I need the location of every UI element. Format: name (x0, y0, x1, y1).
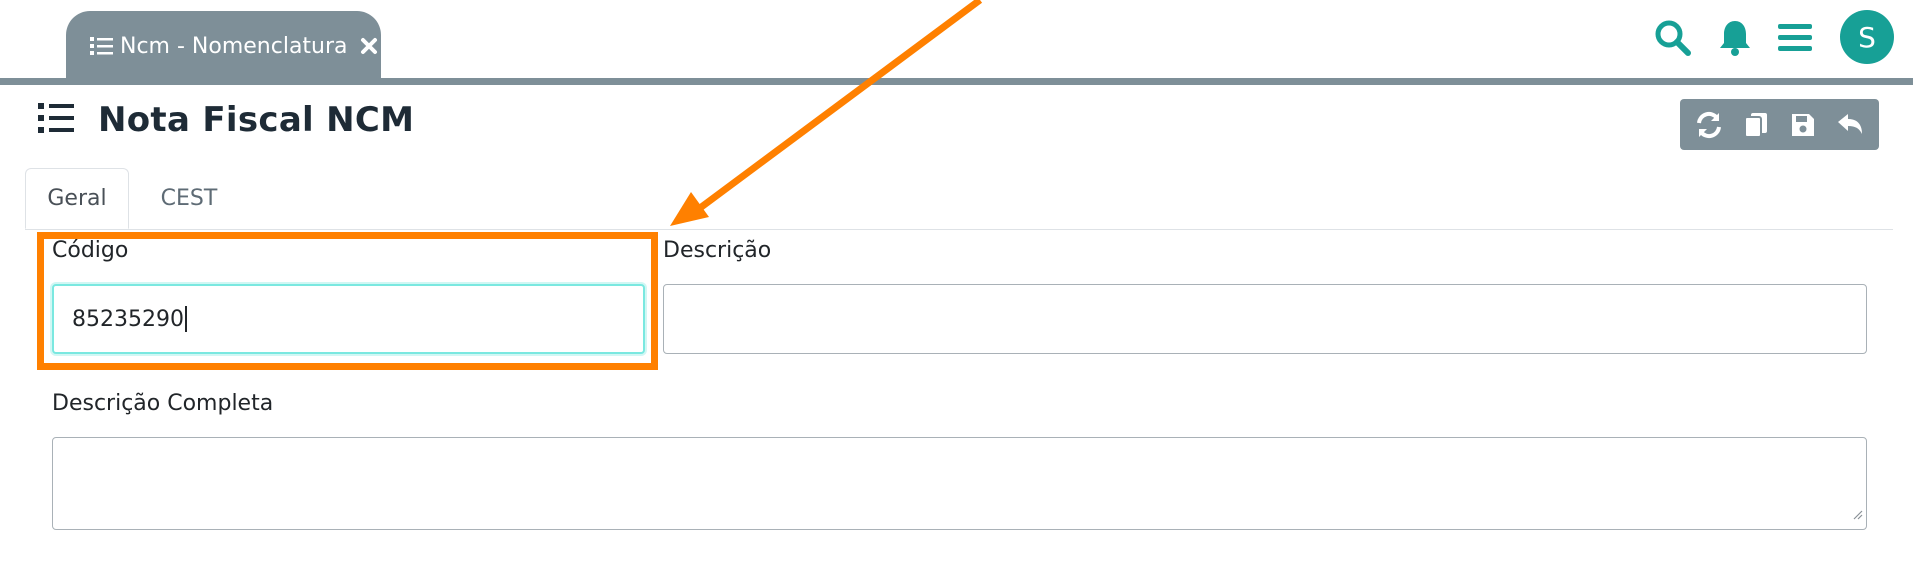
search-icon[interactable] (1653, 16, 1693, 60)
codigo-label: Código (52, 238, 129, 263)
page-header: Nota Fiscal NCM (38, 100, 414, 140)
undo-icon (1837, 113, 1862, 134)
open-tab-label: Ncm - Nomenclatura (120, 33, 348, 59)
tab-bar-divider (0, 78, 1913, 85)
descricao-input[interactable] (663, 284, 1867, 354)
descricao-label: Descrição (663, 238, 772, 263)
list-icon (90, 36, 114, 56)
copy-icon (1744, 112, 1768, 138)
resize-grip-icon[interactable] (1851, 501, 1863, 526)
undo-button[interactable] (1830, 105, 1870, 145)
list-icon (38, 102, 74, 138)
codigo-input[interactable]: 85235290 (52, 284, 645, 354)
bell-icon[interactable] (1715, 16, 1755, 60)
menu-icon[interactable] (1775, 16, 1815, 60)
refresh-icon (1697, 111, 1722, 138)
action-toolbar (1680, 99, 1879, 150)
refresh-button[interactable] (1689, 105, 1729, 145)
descricao-completa-textarea[interactable] (52, 437, 1867, 530)
open-document-tab[interactable]: Ncm - Nomenclatura (66, 11, 381, 81)
copy-button[interactable] (1736, 105, 1776, 145)
page-title: Nota Fiscal NCM (98, 100, 415, 140)
top-bar: Ncm - Nomenclatura S (0, 0, 1913, 81)
form-tabs: Geral CEST (25, 168, 1893, 230)
save-icon (1791, 113, 1814, 136)
codigo-value: 85235290 (72, 306, 184, 332)
save-button[interactable] (1783, 105, 1823, 145)
text-caret (184, 306, 187, 332)
avatar[interactable]: S (1840, 10, 1894, 64)
close-icon[interactable] (360, 37, 378, 55)
tab-cest[interactable]: CEST (137, 168, 241, 229)
descricao-completa-label: Descrição Completa (52, 391, 274, 416)
tab-geral[interactable]: Geral (25, 168, 129, 229)
